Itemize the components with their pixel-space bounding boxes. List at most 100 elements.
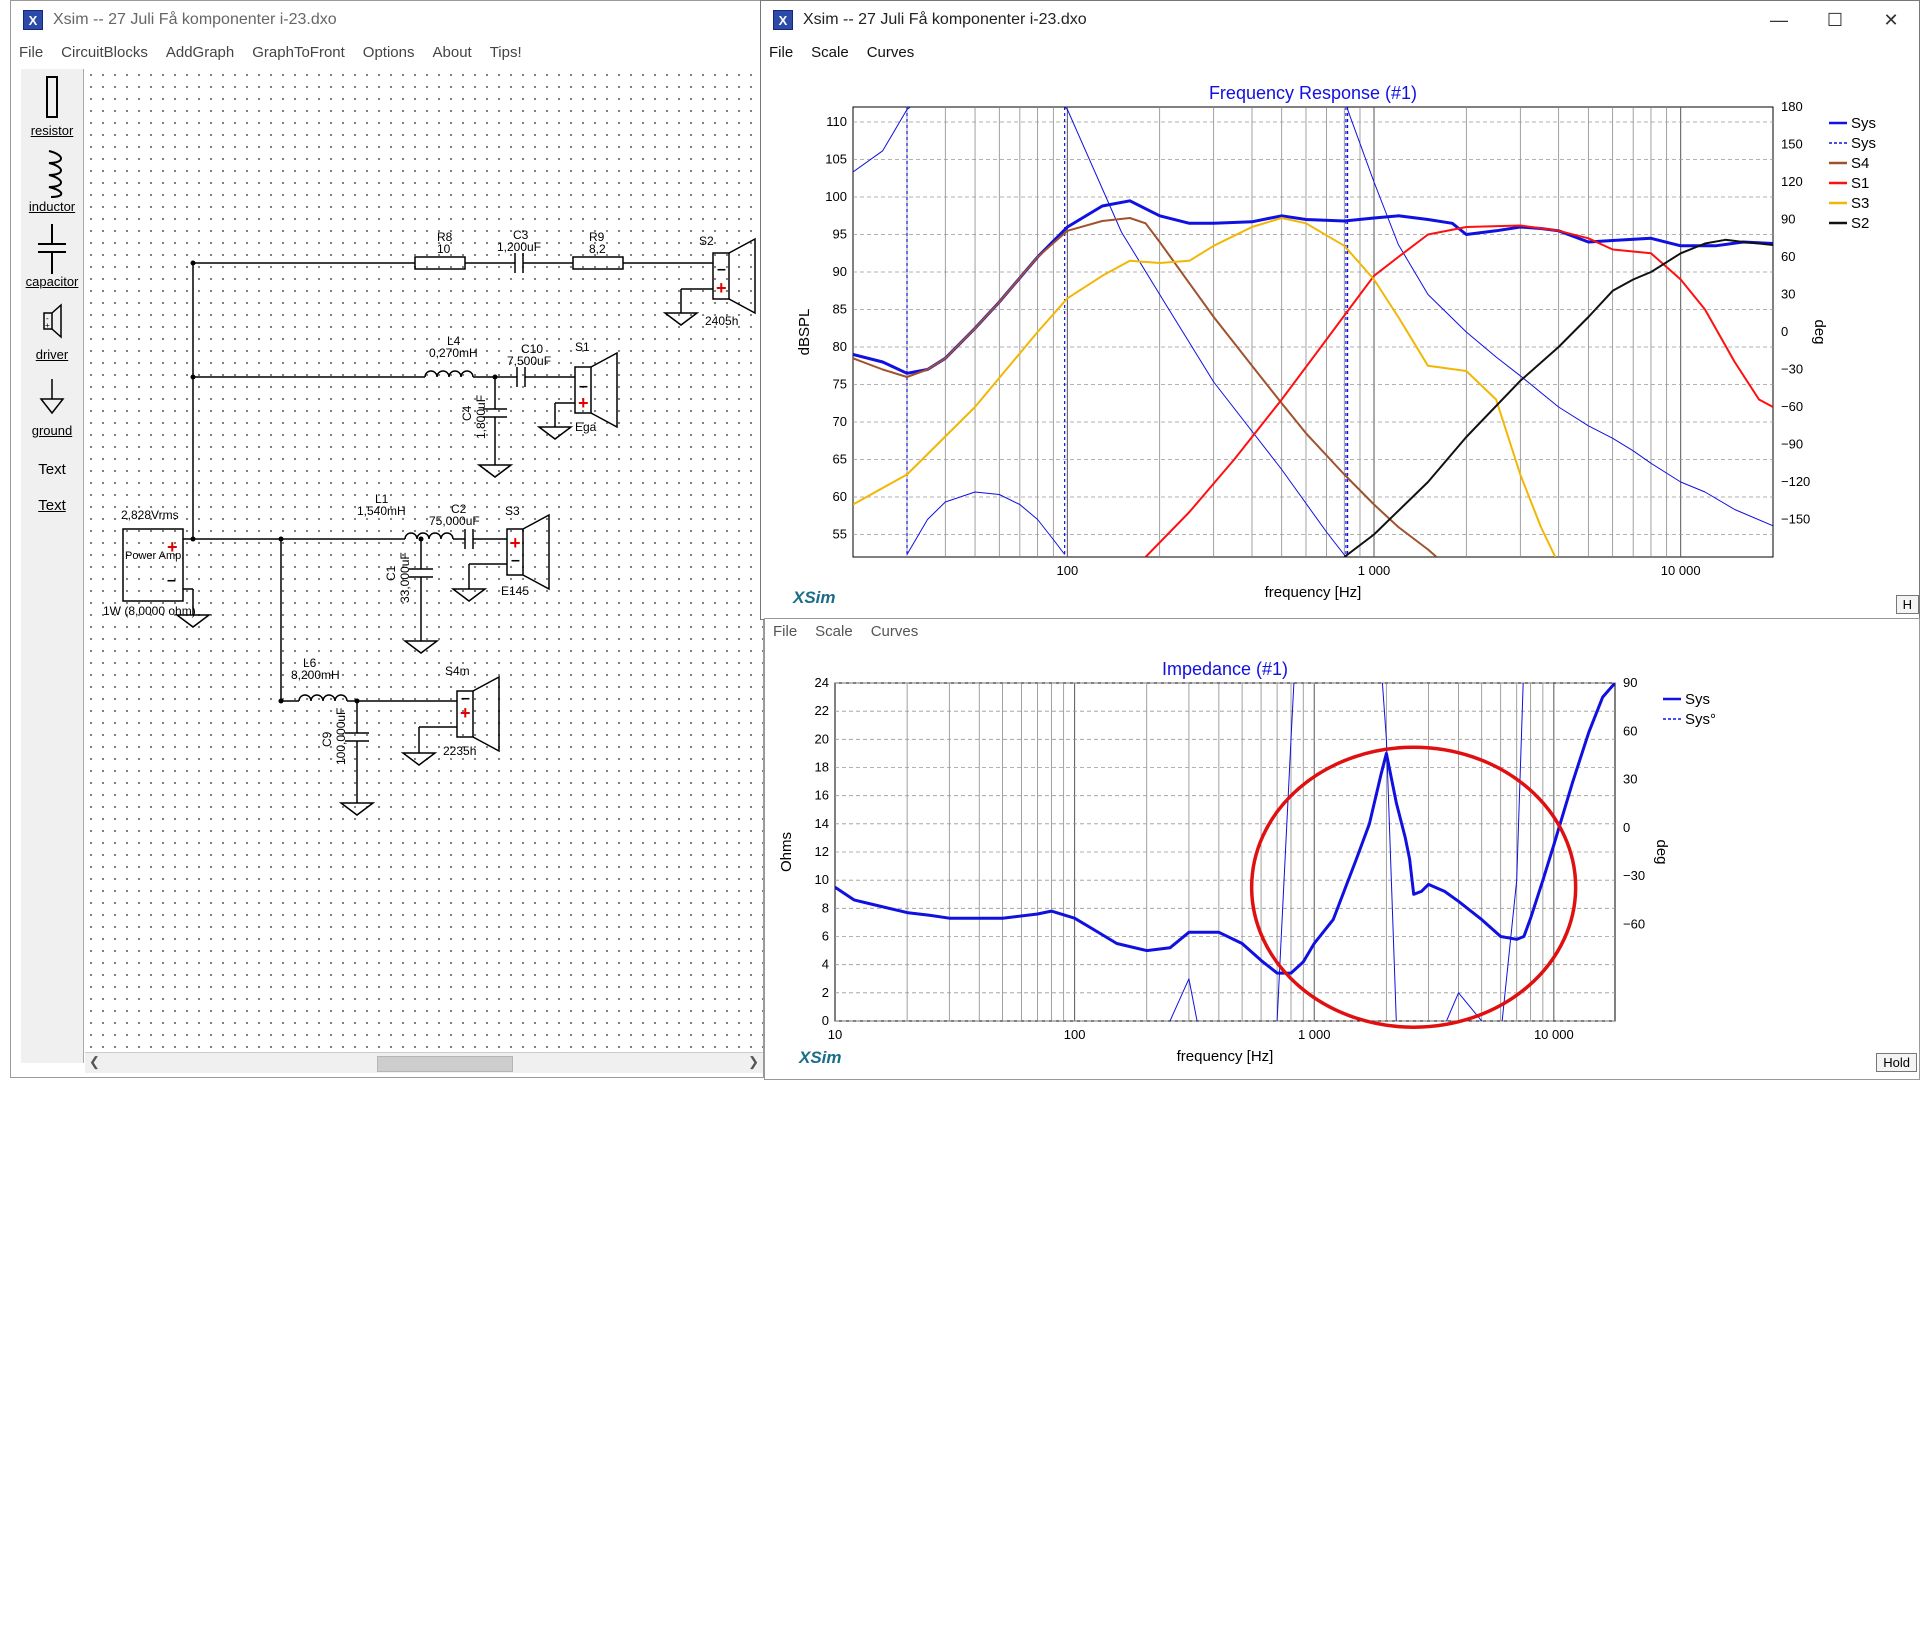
c1-name: C1 (384, 565, 398, 581)
svg-text:+: + (716, 278, 727, 298)
y-tick-label: 12 (815, 844, 829, 859)
xsim-logo: XSim (798, 1048, 842, 1067)
freq-menubar: File Scale Curves (761, 39, 1919, 65)
menu-tips[interactable]: Tips! (490, 44, 522, 61)
l4-value: 0,270mH (429, 346, 478, 360)
palette-ground[interactable]: ground (21, 377, 83, 438)
s3-model: E145 (501, 584, 529, 598)
y-tick-label: 2 (822, 985, 829, 1000)
menu-file[interactable]: File (19, 44, 43, 61)
capacitor-icon (38, 224, 66, 274)
source-name: Power Amp. (125, 550, 184, 562)
text-icon: Text (38, 461, 66, 478)
circuit-titlebar[interactable]: X Xsim -- 27 Juli Få komponenter i-23.dx… (11, 1, 763, 39)
s4-model: 2235h (443, 744, 476, 758)
s4-name: S4m (445, 664, 470, 678)
palette-capacitor[interactable]: capacitor (21, 224, 83, 289)
scroll-thumb[interactable] (377, 1056, 513, 1072)
y2-tick-label: −150 (1781, 512, 1810, 527)
y-tick-label: 22 (815, 703, 829, 718)
x-tick-label: 100 (1056, 563, 1078, 578)
y-tick-label: 55 (833, 527, 847, 542)
component-palette: resistor inductor capacitor - + driver gr… (21, 69, 84, 1063)
imp-menu-curves[interactable]: Curves (871, 623, 919, 640)
imp-menu-scale[interactable]: Scale (815, 623, 853, 640)
y2-tick-label: 180 (1781, 99, 1803, 114)
y-tick-label: 16 (815, 788, 829, 803)
x-tick-label: 10 000 (1661, 563, 1701, 578)
palette-text-link[interactable]: Text (21, 497, 83, 514)
palette-driver[interactable]: - + driver (21, 301, 83, 362)
y-tick-label: 100 (825, 189, 847, 204)
l1-value: 1,540mH (357, 504, 406, 518)
svg-text:+: + (510, 533, 521, 553)
driver-icon: -+ (43, 303, 62, 339)
xsim-logo: XSim (792, 588, 836, 607)
c4-value: 1,800uF (474, 395, 488, 439)
imp-hold-button[interactable]: Hold (1876, 1053, 1917, 1072)
menu-addgraph[interactable]: AddGraph (166, 44, 234, 61)
x-axis-label: frequency [Hz] (1177, 1048, 1274, 1065)
scroll-left-icon[interactable]: ❮ (89, 1054, 100, 1070)
imp-menu-file[interactable]: File (773, 623, 797, 640)
frequency-response-chart[interactable]: 55 60 65 70 75 80 85 90 95 100 105 110 −150 −120 −90 −6… (761, 65, 1920, 620)
minimize-icon[interactable]: — (1751, 10, 1807, 31)
y-tick-label: 10 (815, 872, 829, 887)
menu-graphtofront[interactable]: GraphToFront (252, 44, 345, 61)
impedance-chart[interactable]: 024681012141618202224−60−30030609010 100 1… (765, 643, 1920, 1080)
y-tick-label: 105 (825, 152, 847, 167)
svg-text:–: – (461, 690, 470, 707)
y2-tick-label: 90 (1623, 675, 1637, 690)
xsim-app-icon: X (773, 10, 793, 30)
y2-tick-label: −60 (1623, 916, 1645, 931)
scroll-right-icon[interactable]: ❯ (748, 1054, 759, 1070)
y2-tick-label: 90 (1781, 212, 1795, 227)
x-tick-label: 10 000 (1534, 1027, 1574, 1042)
y-tick-label: 65 (833, 452, 847, 467)
legend-label: Sys (1685, 691, 1710, 708)
y-tick-label: 80 (833, 339, 847, 354)
x-axis-label: frequency [Hz] (1265, 584, 1362, 601)
freq-menu-file[interactable]: File (769, 44, 793, 61)
palette-ground-label: ground (31, 423, 73, 438)
menu-circuitblocks[interactable]: CircuitBlocks (61, 44, 148, 61)
y-tick-label: 20 (815, 731, 829, 746)
y-tick-label: 18 (815, 760, 829, 775)
y2-tick-label: −120 (1781, 474, 1810, 489)
palette-resistor[interactable]: resistor (21, 73, 83, 138)
palette-inductor[interactable]: inductor (21, 149, 83, 214)
y-tick-label: 90 (833, 264, 847, 279)
menu-about[interactable]: About (433, 44, 472, 61)
y-tick-label: 110 (826, 114, 847, 129)
y2-tick-label: 0 (1781, 324, 1788, 339)
freq-hold-button[interactable]: H (1895, 595, 1919, 614)
inductor-icon (48, 150, 63, 198)
ground-icon (39, 379, 65, 415)
y2-tick-label: −60 (1781, 399, 1803, 414)
text-link: Text (38, 497, 66, 514)
y-tick-label: 0 (822, 1013, 829, 1028)
x-tick-label: 1 000 (1298, 1027, 1331, 1042)
c9-value: 100,000uF (334, 708, 348, 765)
palette-driver-label: driver (35, 347, 69, 362)
frequency-response-window: X Xsim -- 27 Juli Få komponenter i-23.dx… (760, 0, 1920, 620)
s2-model: 2405h (705, 314, 738, 328)
y2-tick-label: 150 (1781, 137, 1803, 152)
legend-label: Sys (1851, 115, 1876, 132)
freq-menu-curves[interactable]: Curves (867, 44, 915, 61)
x-tick-label: 100 (1064, 1027, 1086, 1042)
circuit-hscrollbar[interactable]: ❮ ❯ (85, 1052, 763, 1073)
close-icon[interactable]: ✕ (1863, 10, 1919, 31)
circuit-canvas[interactable]: + + + + + – – – – – R8 10 C3 1,200uF R9 8,2 S2… (85, 69, 763, 1051)
y-tick-label: 60 (833, 489, 847, 504)
l6-value: 8,200mH (291, 668, 340, 682)
freq-menu-scale[interactable]: Scale (811, 44, 849, 61)
maximize-icon[interactable]: ☐ (1807, 10, 1863, 31)
palette-text[interactable]: Text (21, 461, 83, 478)
c2-value: 75,000uF (429, 514, 480, 528)
menu-options[interactable]: Options (363, 44, 415, 61)
freq-titlebar[interactable]: X Xsim -- 27 Juli Få komponenter i-23.dx… (761, 1, 1919, 39)
y2-tick-label: 30 (1623, 772, 1637, 787)
y2-tick-label: 30 (1781, 287, 1795, 302)
svg-text:–: – (579, 378, 588, 395)
